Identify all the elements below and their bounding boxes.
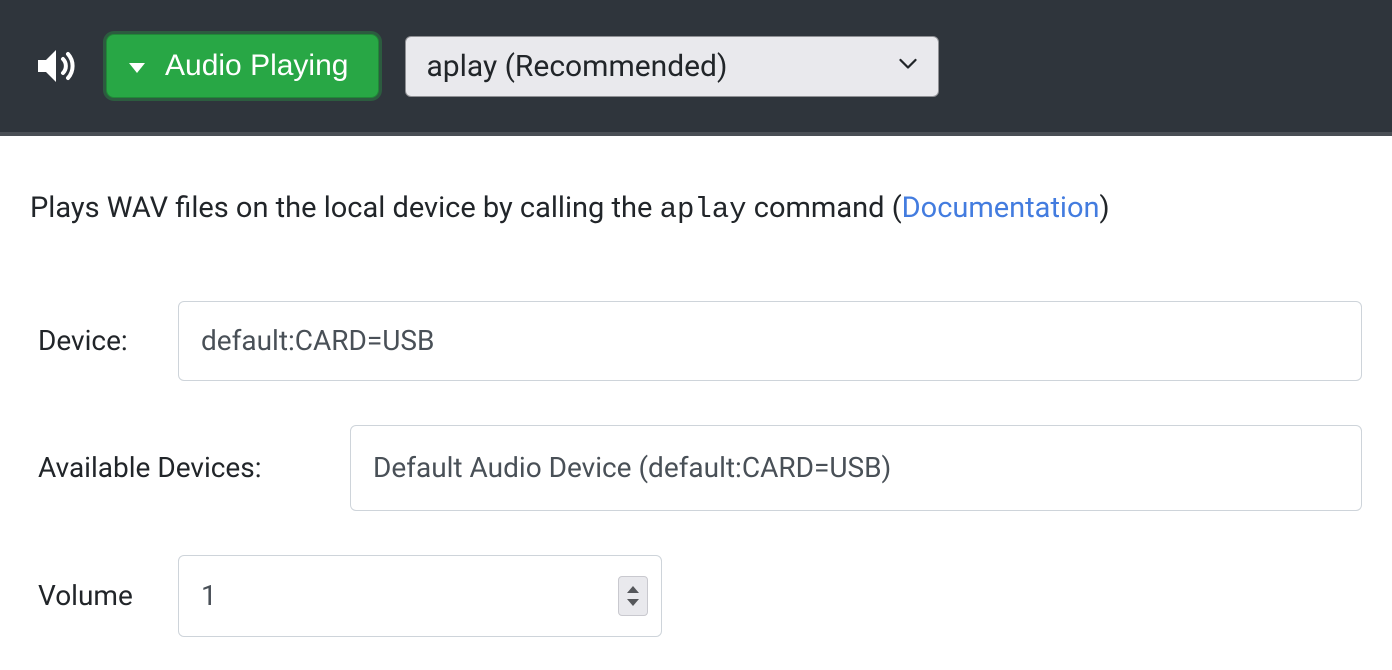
content-area: Plays WAV files on the local device by c… — [0, 136, 1392, 637]
description-text: Plays WAV files on the local device by c… — [30, 188, 1362, 231]
player-select-wrap: aplay (Recommended) — [405, 36, 939, 97]
available-devices-input[interactable] — [350, 425, 1362, 511]
speaker-icon — [32, 42, 80, 90]
audio-playing-button[interactable]: Audio Playing — [106, 34, 379, 98]
volume-stepper[interactable] — [618, 576, 648, 616]
stepper-up-icon — [627, 586, 639, 593]
stepper-down-icon — [627, 599, 639, 606]
device-input[interactable] — [178, 301, 1362, 381]
volume-label: Volume — [30, 579, 178, 612]
audio-playing-label: Audio Playing — [165, 49, 348, 83]
documentation-link[interactable]: Documentation — [902, 191, 1100, 225]
volume-input-wrap — [178, 555, 662, 637]
device-row: Device: — [30, 301, 1362, 381]
player-select[interactable]: aplay (Recommended) — [405, 36, 939, 97]
header-bar: Audio Playing aplay (Recommended) — [0, 0, 1392, 136]
available-devices-row: Available Devices: — [30, 425, 1362, 511]
caret-down-icon — [129, 63, 145, 73]
volume-row: Volume — [30, 555, 1362, 637]
desc-command: aplay — [660, 193, 747, 226]
volume-input[interactable] — [178, 555, 662, 637]
desc-prefix: Plays WAV files on the local device by c… — [30, 191, 660, 225]
device-label: Device: — [30, 324, 178, 357]
desc-middle: command ( — [747, 191, 902, 225]
available-devices-label: Available Devices: — [30, 451, 350, 484]
desc-suffix: ) — [1100, 191, 1110, 225]
